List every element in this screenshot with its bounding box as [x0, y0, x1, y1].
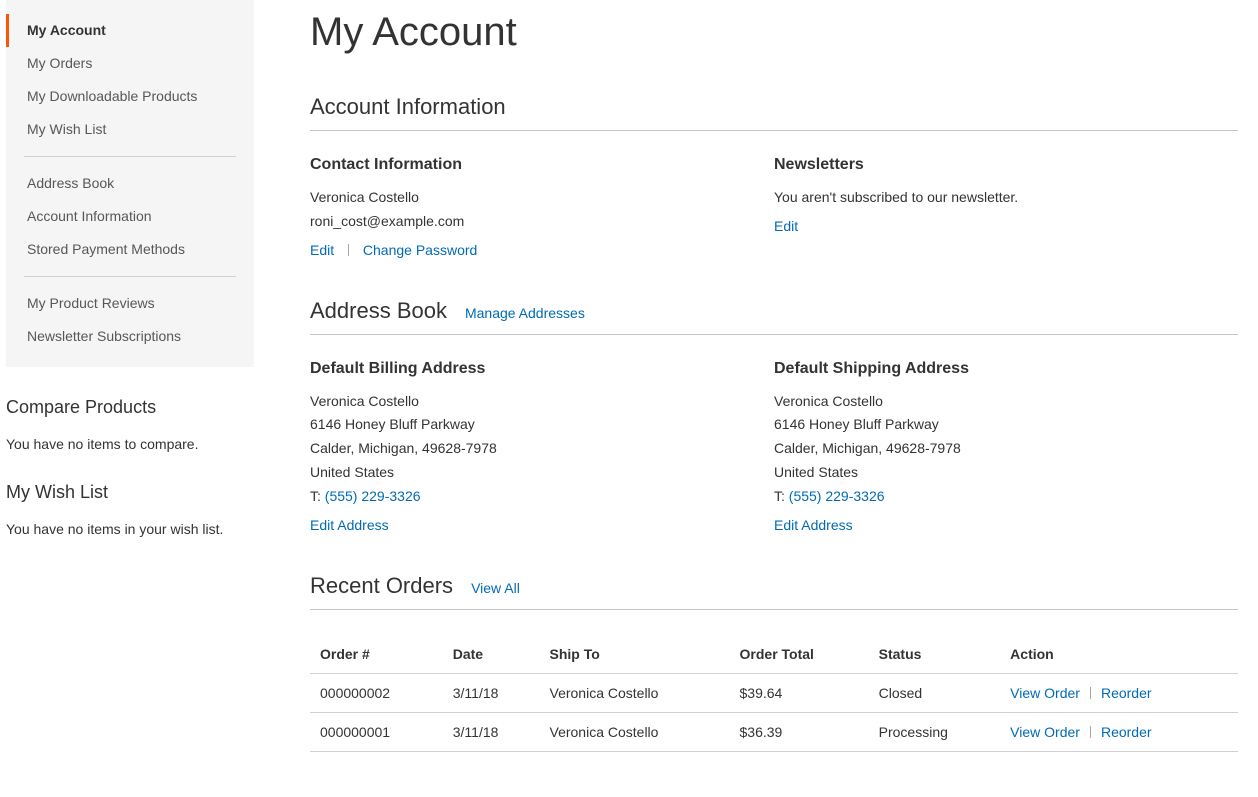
- nav-item-my-product-reviews[interactable]: My Product Reviews: [6, 287, 254, 320]
- account-information-block: Account Information Contact Information …: [310, 94, 1238, 258]
- shipping-street: 6146 Honey Bluff Parkway: [774, 413, 1218, 437]
- wishlist-empty: You have no items in your wish list.: [6, 521, 254, 537]
- compare-products-empty: You have no items to compare.: [6, 436, 254, 452]
- edit-contact-link[interactable]: Edit: [310, 242, 334, 258]
- billing-city: Calder, Michigan, 49628-7978: [310, 437, 754, 461]
- reorder-link[interactable]: Reorder: [1101, 724, 1152, 740]
- cell-order: 000000001: [310, 712, 443, 751]
- separator: [348, 244, 349, 256]
- cell-date: 3/11/18: [443, 673, 540, 712]
- address-book-title: Address Book Manage Addresses: [310, 298, 1238, 335]
- separator: [1090, 726, 1091, 738]
- compare-products-block: Compare Products You have no items to co…: [6, 397, 254, 452]
- cell-ship-to: Veronica Costello: [540, 673, 730, 712]
- sidebar: My AccountMy OrdersMy Downloadable Produ…: [0, 0, 260, 792]
- reorder-link[interactable]: Reorder: [1101, 685, 1152, 701]
- billing-country: United States: [310, 461, 754, 485]
- nav-item-my-wish-list[interactable]: My Wish List: [6, 113, 254, 146]
- nav-item-newsletter-subscriptions[interactable]: Newsletter Subscriptions: [6, 320, 254, 353]
- contact-email: roni_cost@example.com: [310, 210, 754, 234]
- manage-addresses-link[interactable]: Manage Addresses: [465, 305, 585, 321]
- edit-newsletters-link[interactable]: Edit: [774, 218, 798, 234]
- contact-information-content: Veronica Costello roni_cost@example.com: [310, 186, 754, 234]
- wishlist-title: My Wish List: [6, 482, 254, 503]
- account-information-title: Account Information: [310, 94, 1238, 131]
- cell-ship-to: Veronica Costello: [540, 712, 730, 751]
- view-order-link[interactable]: View Order: [1010, 724, 1080, 740]
- recent-orders-title-text: Recent Orders: [310, 573, 453, 599]
- billing-phone-link[interactable]: (555) 229-3326: [325, 488, 421, 504]
- nav-item-address-book[interactable]: Address Book: [6, 167, 254, 200]
- account-information-title-text: Account Information: [310, 94, 506, 120]
- col-ship-to: Ship To: [540, 635, 730, 674]
- billing-address-title: Default Billing Address: [310, 360, 754, 378]
- col-date: Date: [443, 635, 540, 674]
- nav-delimiter: [24, 156, 236, 157]
- recent-orders-title: Recent Orders View All: [310, 573, 1238, 610]
- cell-order: 000000002: [310, 673, 443, 712]
- billing-address-box: Default Billing Address Veronica Costell…: [310, 360, 774, 533]
- page-title: My Account: [310, 10, 1238, 54]
- address-book-title-text: Address Book: [310, 298, 447, 324]
- cell-actions: View Order Reorder: [1000, 673, 1238, 712]
- nav-item-my-downloadable-products[interactable]: My Downloadable Products: [6, 80, 254, 113]
- billing-address-content: Veronica Costello 6146 Honey Bluff Parkw…: [310, 390, 754, 509]
- nav-delimiter: [24, 276, 236, 277]
- contact-name: Veronica Costello: [310, 186, 754, 210]
- table-row: 0000000023/11/18Veronica Costello$39.64C…: [310, 673, 1238, 712]
- cell-total: $36.39: [730, 712, 869, 751]
- col-action: Action: [1000, 635, 1238, 674]
- recent-orders-table: Order # Date Ship To Order Total Status …: [310, 635, 1238, 752]
- contact-actions: Edit Change Password: [310, 242, 754, 258]
- shipping-phone-line: T: (555) 229-3326: [774, 485, 1218, 509]
- address-book-block: Address Book Manage Addresses Default Bi…: [310, 298, 1238, 533]
- edit-shipping-address-link[interactable]: Edit Address: [774, 517, 853, 533]
- shipping-address-title: Default Shipping Address: [774, 360, 1218, 378]
- col-order: Order #: [310, 635, 443, 674]
- shipping-phone-link[interactable]: (555) 229-3326: [789, 488, 885, 504]
- billing-name: Veronica Costello: [310, 390, 754, 414]
- cell-status: Closed: [869, 673, 1001, 712]
- cell-actions: View Order Reorder: [1000, 712, 1238, 751]
- main-content: My Account Account Information Contact I…: [260, 0, 1258, 792]
- nav-item-account-information[interactable]: Account Information: [6, 200, 254, 233]
- shipping-city: Calder, Michigan, 49628-7978: [774, 437, 1218, 461]
- edit-billing-address-link[interactable]: Edit Address: [310, 517, 389, 533]
- contact-information-title: Contact Information: [310, 156, 754, 174]
- recent-orders-block: Recent Orders View All Order # Date Ship…: [310, 573, 1238, 752]
- newsletters-title: Newsletters: [774, 156, 1218, 174]
- shipping-country: United States: [774, 461, 1218, 485]
- shipping-address-box: Default Shipping Address Veronica Costel…: [774, 360, 1238, 533]
- nav-item-stored-payment-methods[interactable]: Stored Payment Methods: [6, 233, 254, 266]
- billing-phone-line: T: (555) 229-3326: [310, 485, 754, 509]
- billing-phone-prefix: T:: [310, 488, 321, 504]
- contact-information-box: Contact Information Veronica Costello ro…: [310, 156, 774, 258]
- change-password-link[interactable]: Change Password: [363, 242, 477, 258]
- account-nav: My AccountMy OrdersMy Downloadable Produ…: [6, 0, 254, 367]
- cell-date: 3/11/18: [443, 712, 540, 751]
- view-all-orders-link[interactable]: View All: [471, 580, 520, 596]
- cell-status: Processing: [869, 712, 1001, 751]
- cell-total: $39.64: [730, 673, 869, 712]
- view-order-link[interactable]: View Order: [1010, 685, 1080, 701]
- col-total: Order Total: [730, 635, 869, 674]
- nav-item-my-account[interactable]: My Account: [6, 14, 254, 47]
- shipping-phone-prefix: T:: [774, 488, 785, 504]
- wishlist-block: My Wish List You have no items in your w…: [6, 482, 254, 537]
- newsletters-box: Newsletters You aren't subscribed to our…: [774, 156, 1238, 258]
- compare-products-title: Compare Products: [6, 397, 254, 418]
- table-header-row: Order # Date Ship To Order Total Status …: [310, 635, 1238, 674]
- nav-item-my-orders[interactable]: My Orders: [6, 47, 254, 80]
- shipping-address-content: Veronica Costello 6146 Honey Bluff Parkw…: [774, 390, 1218, 509]
- separator: [1090, 687, 1091, 699]
- col-status: Status: [869, 635, 1001, 674]
- billing-street: 6146 Honey Bluff Parkway: [310, 413, 754, 437]
- table-row: 0000000013/11/18Veronica Costello$36.39P…: [310, 712, 1238, 751]
- shipping-name: Veronica Costello: [774, 390, 1218, 414]
- newsletters-status: You aren't subscribed to our newsletter.: [774, 186, 1218, 210]
